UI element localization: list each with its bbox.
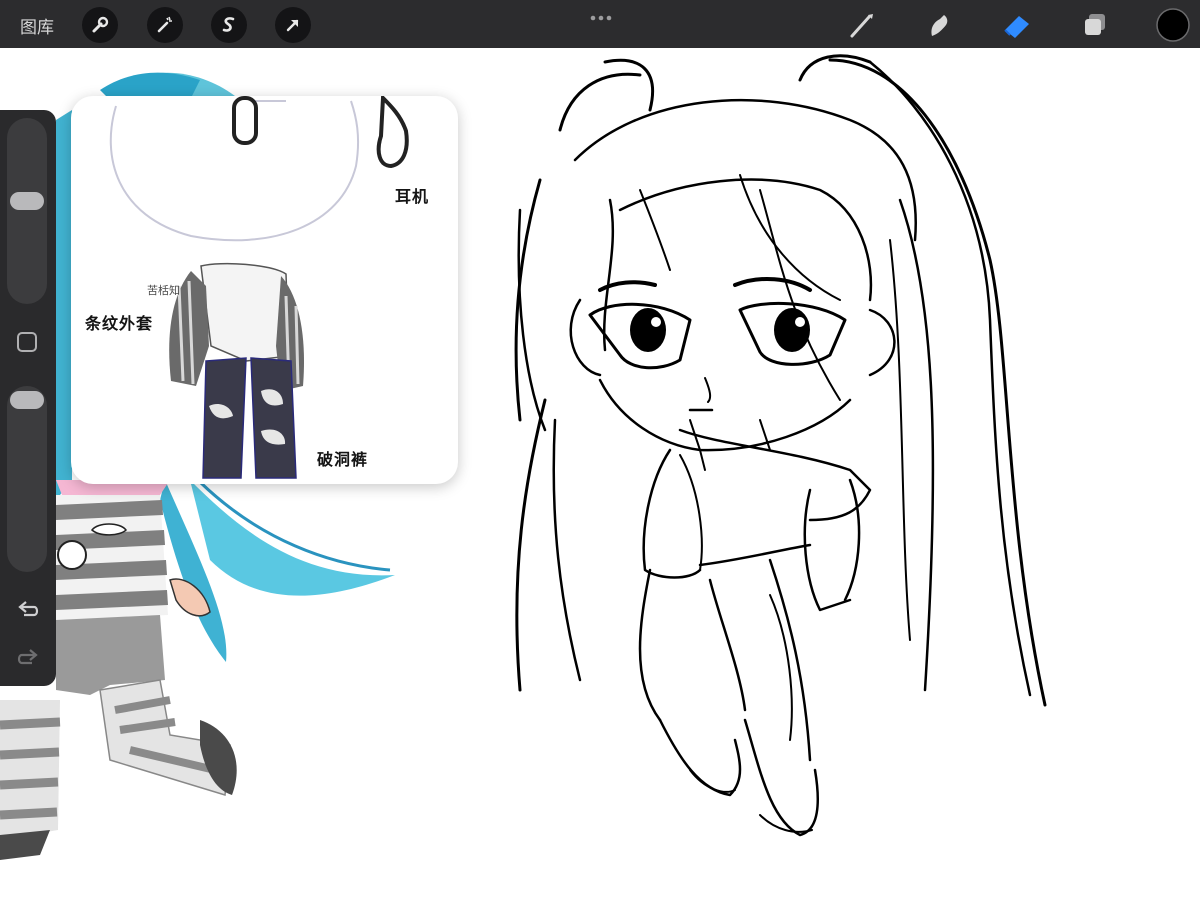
opacity-thumb[interactable] — [10, 391, 44, 409]
headphones-label: 耳机 — [395, 187, 430, 206]
brush-size-thumb[interactable] — [10, 192, 44, 210]
magic-wand-icon[interactable] — [147, 7, 183, 43]
wrench-icon[interactable] — [82, 7, 118, 43]
drag-handle-icon[interactable] — [589, 7, 613, 26]
brush-size-slider[interactable] — [7, 118, 47, 304]
opacity-slider[interactable] — [7, 386, 47, 572]
drawing-canvas[interactable]: 耳机 苦栝知 条纹外套 破洞裤 — [0, 48, 1200, 900]
striped-jacket-label: 条纹外套 — [85, 314, 154, 333]
left-sidebar — [0, 110, 56, 686]
modify-button[interactable] — [17, 332, 37, 352]
layers-icon[interactable] — [1078, 8, 1112, 42]
selection-icon[interactable] — [211, 7, 247, 43]
transform-arrow-icon[interactable] — [275, 7, 311, 43]
watermark-text: 苦栝知 — [147, 284, 180, 297]
redo-icon[interactable] — [14, 645, 42, 673]
eraser-icon[interactable] — [1000, 8, 1034, 42]
brush-icon[interactable] — [845, 8, 879, 42]
undo-icon[interactable] — [14, 597, 42, 625]
reference-window[interactable]: 耳机 苦栝知 条纹外套 破洞裤 — [71, 96, 458, 484]
smudge-icon[interactable] — [922, 8, 956, 42]
gallery-button[interactable]: 图库 — [20, 13, 54, 38]
line-sketch-character — [514, 54, 1047, 837]
color-swatch[interactable] — [1155, 7, 1191, 43]
ripped-pants-label: 破洞裤 — [317, 450, 369, 469]
top-toolbar: 图库 — [0, 0, 1200, 48]
